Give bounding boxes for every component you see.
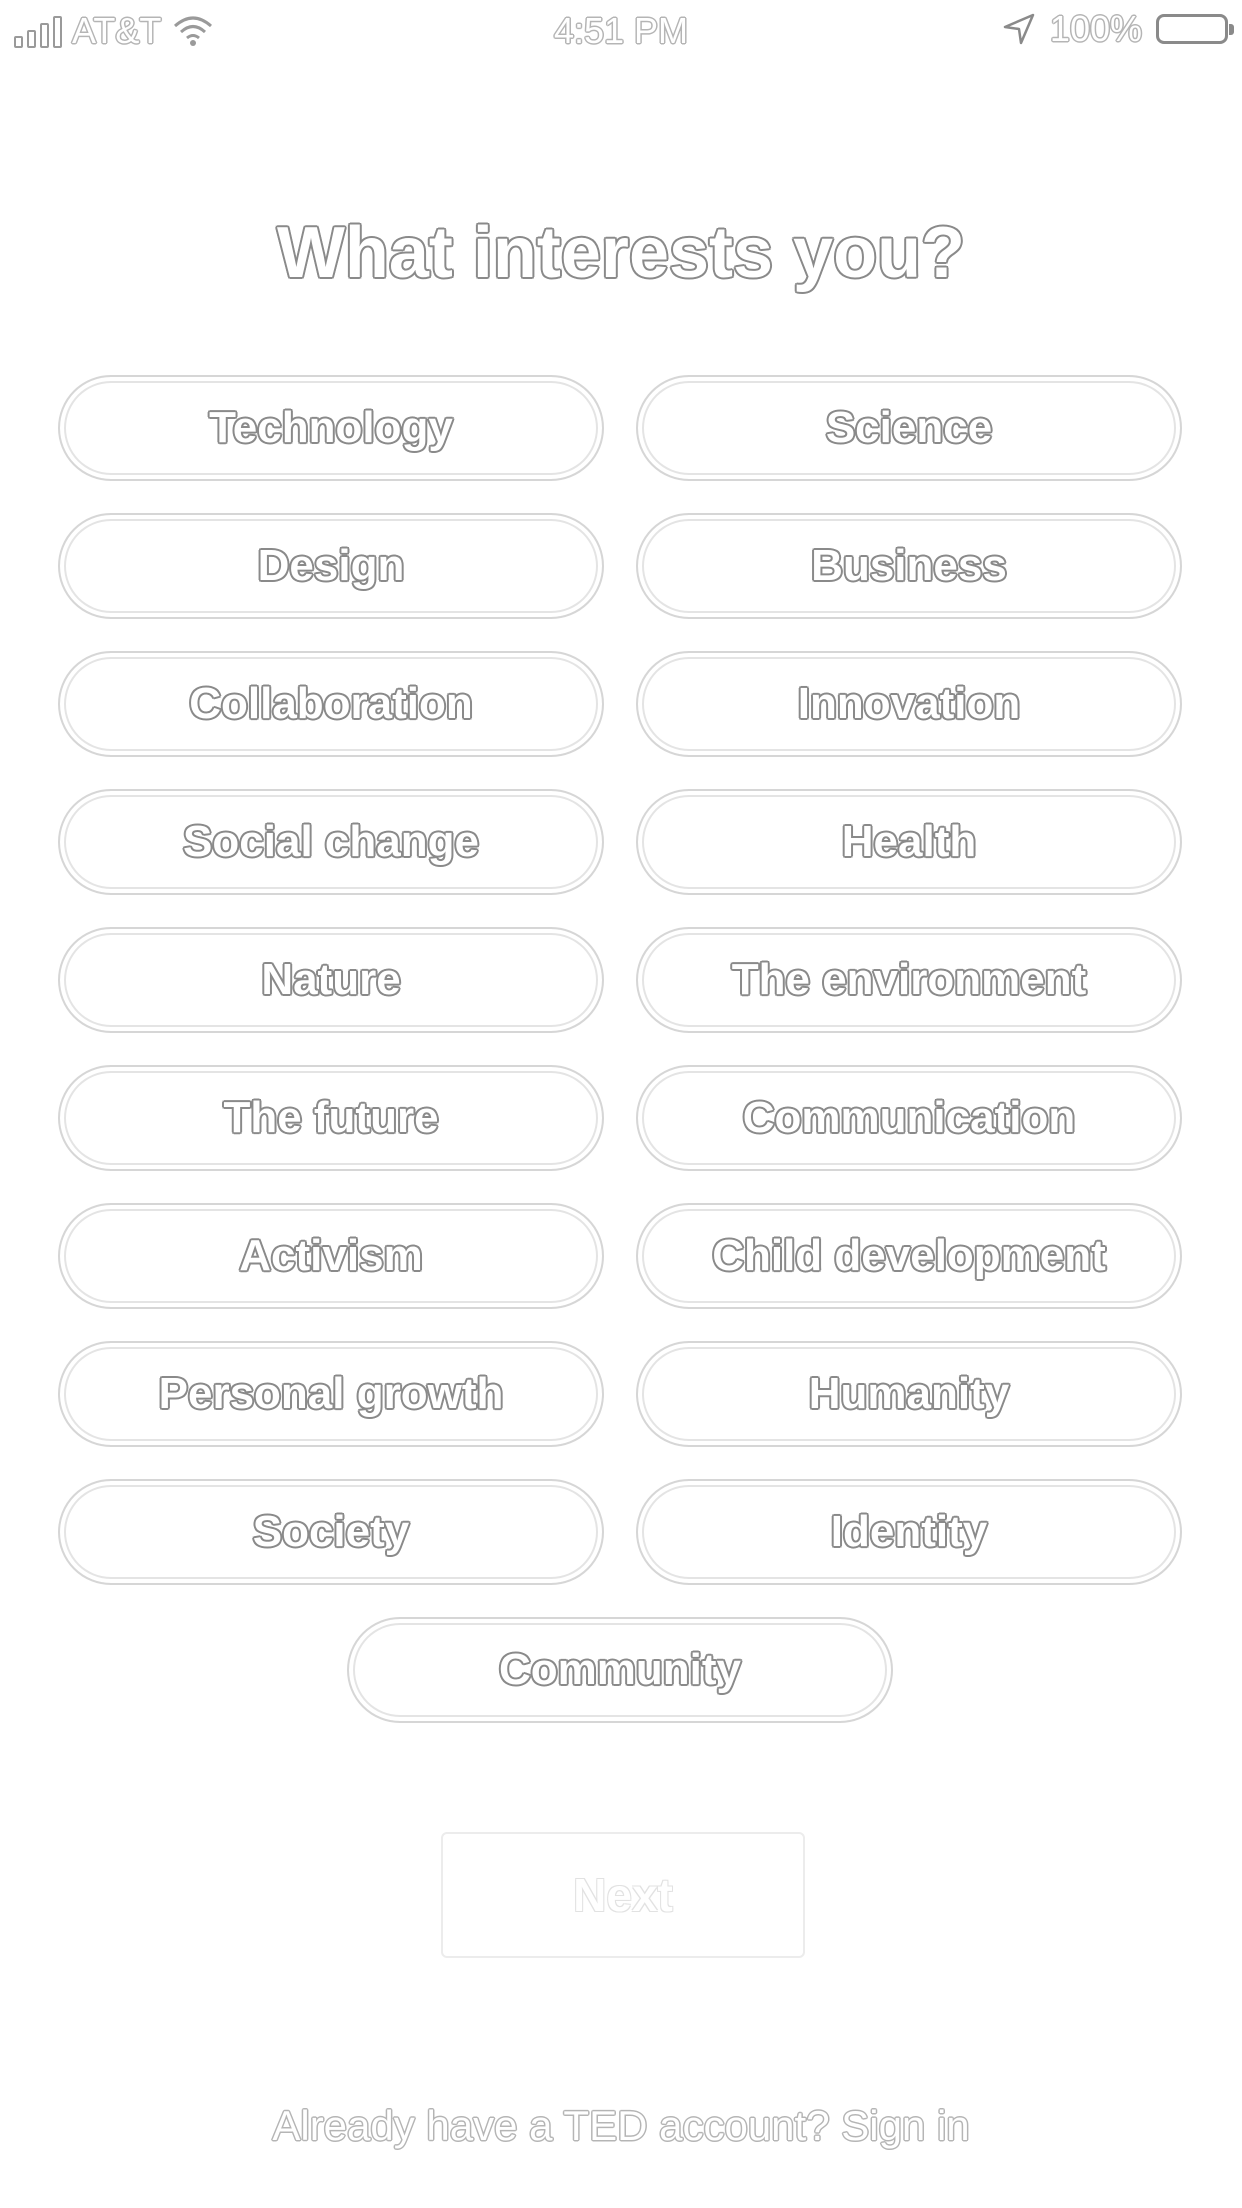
topic-community[interactable]: Community: [347, 1617, 893, 1723]
topic-society[interactable]: Society: [58, 1479, 604, 1585]
topic-design[interactable]: Design: [58, 513, 604, 619]
battery-icon: [1156, 14, 1234, 44]
topic-business[interactable]: Business: [636, 513, 1182, 619]
page-title: What interests you?: [276, 213, 966, 293]
topic-nature[interactable]: Nature: [58, 927, 604, 1033]
topic-communication[interactable]: Communication: [636, 1065, 1182, 1171]
status-bar: AT&T 4:51 PM 100%: [0, 0, 1242, 62]
topic-innovation[interactable]: Innovation: [636, 651, 1182, 757]
topic-collaboration[interactable]: Collaboration: [58, 651, 604, 757]
sign-in-link[interactable]: Already have a TED account? Sign in: [0, 2102, 1242, 2150]
topic-activism[interactable]: Activism: [58, 1203, 604, 1309]
topic-social-change[interactable]: Social change: [58, 789, 604, 895]
status-right: 100%: [1002, 8, 1234, 50]
topic-humanity[interactable]: Humanity: [636, 1341, 1182, 1447]
topic-personal-growth[interactable]: Personal growth: [58, 1341, 604, 1447]
location-arrow-icon: [1003, 13, 1035, 45]
battery-percent: 100%: [1049, 8, 1142, 49]
next-button[interactable]: Next: [441, 1832, 805, 1958]
topic-health[interactable]: Health: [636, 789, 1182, 895]
topic-identity[interactable]: Identity: [636, 1479, 1182, 1585]
topic-child-development[interactable]: Child development: [636, 1203, 1182, 1309]
topic-technology[interactable]: Technology: [58, 375, 604, 481]
topic-the-environment[interactable]: The environment: [636, 927, 1182, 1033]
topic-science[interactable]: Science: [636, 375, 1182, 481]
topic-the-future[interactable]: The future: [58, 1065, 604, 1171]
